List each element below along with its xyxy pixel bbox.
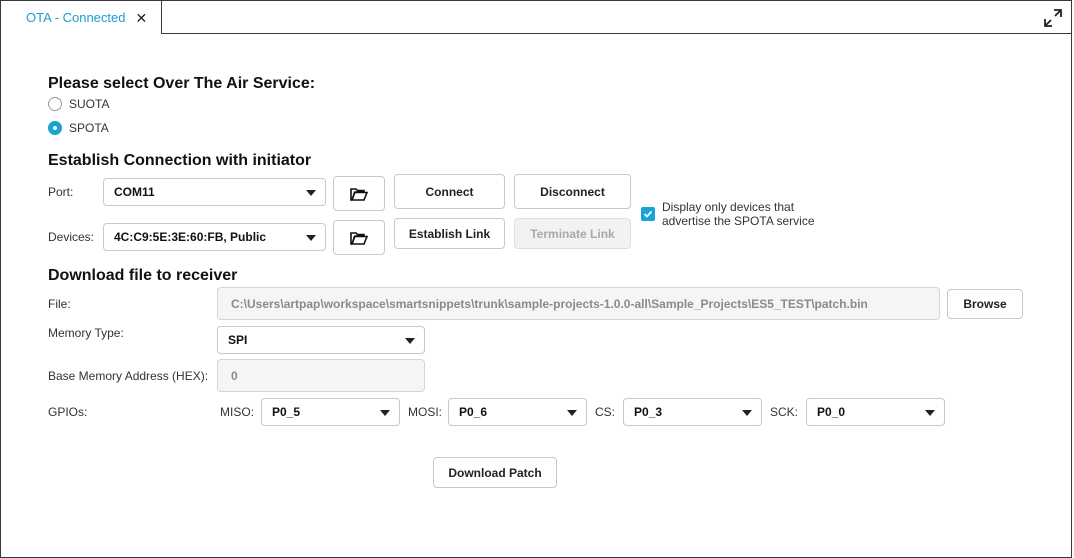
gpios-label: GPIOs: bbox=[48, 405, 88, 419]
memory-type-value: SPI bbox=[228, 333, 248, 347]
terminate-link-button[interactable]: Terminate Link bbox=[514, 218, 631, 249]
mosi-value: P0_6 bbox=[459, 405, 488, 419]
cs-value: P0_3 bbox=[634, 405, 663, 419]
base-address-label: Base Memory Address (HEX): bbox=[48, 369, 209, 383]
chevron-down-icon bbox=[380, 410, 390, 416]
sck-select[interactable]: P0_0 bbox=[806, 398, 945, 426]
miso-label: MISO: bbox=[220, 405, 255, 419]
sck-value: P0_0 bbox=[817, 405, 846, 419]
miso-value: P0_5 bbox=[272, 405, 301, 419]
radio-suota-label: SUOTA bbox=[69, 97, 110, 111]
sck-label: SCK: bbox=[770, 405, 799, 419]
devices-folder-button[interactable] bbox=[333, 220, 385, 255]
port-select[interactable]: COM11 bbox=[103, 178, 326, 206]
spota-filter-label: Display only devices that advertise the … bbox=[662, 200, 815, 228]
chevron-down-icon bbox=[306, 235, 316, 241]
connection-heading: Establish Connection with initiator bbox=[48, 152, 312, 169]
devices-label: Devices: bbox=[48, 230, 95, 244]
chevron-down-icon bbox=[925, 410, 935, 416]
chevron-down-icon bbox=[567, 410, 577, 416]
download-heading: Download file to receiver bbox=[48, 267, 238, 284]
establish-link-button[interactable]: Establish Link bbox=[394, 218, 505, 249]
maximize-icon[interactable] bbox=[1044, 9, 1062, 27]
disconnect-button[interactable]: Disconnect bbox=[514, 174, 631, 209]
checkmark-icon bbox=[643, 210, 653, 218]
download-patch-button[interactable]: Download Patch bbox=[433, 457, 557, 488]
cs-label: CS: bbox=[595, 405, 616, 419]
service-heading: Please select Over The Air Service: bbox=[48, 75, 316, 92]
tab-ota[interactable]: OTA - Connected ✕ bbox=[1, 1, 162, 34]
mosi-select[interactable]: P0_6 bbox=[448, 398, 587, 426]
folder-open-icon bbox=[350, 187, 368, 201]
miso-select[interactable]: P0_5 bbox=[261, 398, 400, 426]
mosi-label: MOSI: bbox=[408, 405, 443, 419]
port-folder-button[interactable] bbox=[333, 176, 385, 211]
port-label: Port: bbox=[48, 185, 74, 199]
browse-button[interactable]: Browse bbox=[947, 289, 1023, 319]
radio-spota[interactable]: SPOTA bbox=[48, 121, 109, 135]
chevron-down-icon bbox=[742, 410, 752, 416]
base-address-field[interactable]: 0 bbox=[217, 359, 425, 392]
devices-value: 4C:C9:5E:3E:60:FB, Public bbox=[114, 230, 267, 244]
tab-bar-divider bbox=[162, 33, 1072, 34]
devices-select[interactable]: 4C:C9:5E:3E:60:FB, Public bbox=[103, 223, 326, 251]
file-label: File: bbox=[48, 297, 71, 311]
file-path-field[interactable]: C:\Users\artpap\workspace\smartsnippets\… bbox=[217, 287, 940, 320]
connect-button[interactable]: Connect bbox=[394, 174, 505, 209]
radio-suota-indicator[interactable] bbox=[48, 97, 62, 111]
close-icon[interactable]: ✕ bbox=[135, 11, 147, 25]
chevron-down-icon bbox=[405, 338, 415, 344]
radio-spota-label: SPOTA bbox=[69, 121, 109, 135]
memory-type-label: Memory Type: bbox=[48, 326, 124, 340]
radio-suota[interactable]: SUOTA bbox=[48, 97, 109, 111]
folder-open-icon bbox=[350, 231, 368, 245]
chevron-down-icon bbox=[306, 190, 316, 196]
spota-filter-line2: advertise the SPOTA service bbox=[662, 214, 815, 228]
cs-select[interactable]: P0_3 bbox=[623, 398, 762, 426]
memory-type-select[interactable]: SPI bbox=[217, 326, 425, 354]
port-value: COM11 bbox=[114, 185, 155, 199]
tab-label: OTA - Connected bbox=[26, 10, 126, 25]
radio-spota-indicator[interactable] bbox=[48, 121, 62, 135]
spota-filter-checkbox[interactable] bbox=[641, 207, 655, 221]
spota-filter-line1: Display only devices that bbox=[662, 200, 795, 214]
